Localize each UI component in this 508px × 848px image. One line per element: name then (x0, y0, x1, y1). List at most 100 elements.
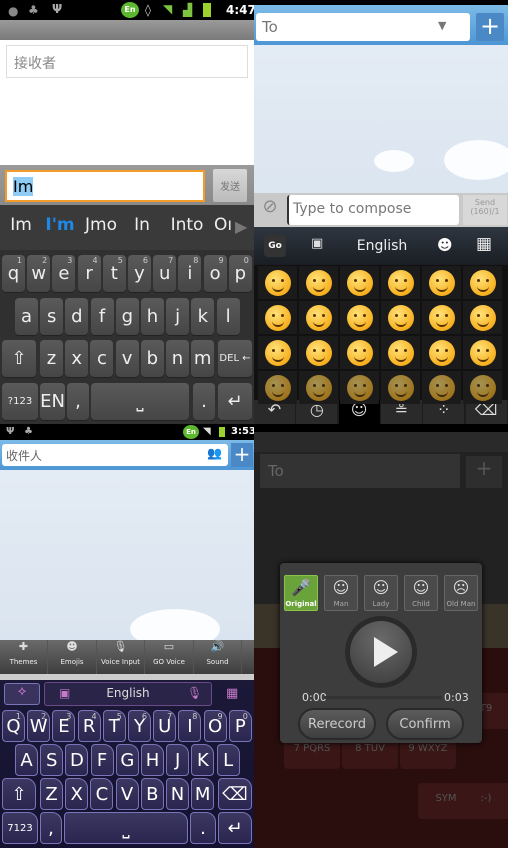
key-.[interactable]: . (193, 383, 215, 420)
key-G[interactable]: G (115, 744, 139, 776)
go-logo-button[interactable]: ⟡ (4, 683, 40, 705)
key-j[interactable]: j (166, 298, 190, 335)
layout-switch-icon[interactable]: ▣ (59, 686, 70, 700)
emoji-key[interactable] (340, 336, 379, 369)
menu-item-sound[interactable]: 🔊 Sound (194, 640, 242, 674)
key-l[interactable]: l (216, 298, 240, 335)
emoji-key[interactable] (340, 371, 379, 404)
emoji-key[interactable] (463, 266, 502, 299)
go-logo-button[interactable]: Go (264, 235, 286, 257)
hide-keyboard-icon[interactable]: ▦ (476, 234, 492, 254)
emoji-key[interactable] (299, 266, 338, 299)
key-?123[interactable]: ?123 (2, 383, 38, 420)
emoji-key[interactable] (340, 301, 379, 334)
suggestion-item[interactable]: Oı (212, 215, 234, 235)
emoji-key[interactable] (258, 371, 297, 404)
key-O[interactable]: O9 (203, 710, 227, 742)
menu-item-f[interactable]: F (243, 640, 255, 674)
voice-option-original[interactable]: 🎤 Original (284, 575, 318, 611)
key-e[interactable]: e3 (52, 255, 76, 292)
add-contact-button[interactable]: + (476, 13, 504, 41)
key-L[interactable]: L (216, 744, 240, 776)
language-button[interactable]: English (341, 227, 423, 265)
menu-item-go-voice[interactable]: ▭ GO Voice (146, 640, 194, 674)
emoji-key[interactable] (463, 336, 502, 369)
key-N[interactable]: N (166, 778, 189, 810)
key-c[interactable]: c (90, 340, 114, 377)
key-b[interactable]: b (140, 340, 164, 377)
key-EN[interactable]: EN (40, 383, 65, 420)
emoji-key[interactable] (340, 266, 379, 299)
key-⌫[interactable]: ⌫ (218, 778, 252, 810)
key-7123[interactable]: 7123 (2, 812, 38, 844)
emoji-key[interactable] (422, 266, 461, 299)
microphone-icon[interactable]: 🎙 (187, 686, 202, 700)
key-q[interactable]: q1 (2, 255, 25, 292)
key-W[interactable]: W2 (27, 710, 51, 742)
progress-track[interactable] (324, 696, 442, 699)
add-contact-button[interactable]: + (231, 443, 253, 467)
rerecord-button[interactable]: Rerecord (298, 708, 376, 740)
emoji-key[interactable] (299, 301, 338, 334)
emoji-key[interactable] (381, 336, 420, 369)
key-,[interactable]: , (40, 812, 62, 844)
key-X[interactable]: X (65, 778, 89, 810)
suggestion-item[interactable]: In (122, 215, 162, 235)
key-w[interactable]: w2 (27, 255, 51, 292)
voice-option-man[interactable]: ☺ Man (324, 575, 358, 611)
key-A[interactable]: A (15, 744, 38, 776)
menu-item-voice-input[interactable]: 🎙 Voice Input (97, 640, 145, 674)
emoji-key[interactable] (422, 371, 461, 404)
emoji-key[interactable] (463, 371, 502, 404)
key-V[interactable]: V (115, 778, 139, 810)
suggestion-item[interactable]: Into (162, 215, 212, 235)
suggestion-item[interactable]: I'm (40, 215, 80, 235)
key-m[interactable]: m (191, 340, 215, 377)
key-x[interactable]: x (65, 340, 89, 377)
key-C[interactable]: C (90, 778, 114, 810)
key-J[interactable]: J (166, 744, 190, 776)
layout-switch-icon[interactable]: ▣ (311, 236, 323, 251)
emoji-key[interactable] (422, 301, 461, 334)
key-z[interactable]: z (40, 340, 63, 377)
emoji-key[interactable] (381, 371, 420, 404)
key-R[interactable]: R4 (77, 710, 101, 742)
key-n[interactable]: n (166, 340, 189, 377)
emoji-icon[interactable]: ☻ (437, 236, 453, 254)
key-⇧[interactable]: ⇧ (2, 778, 36, 810)
key-y[interactable]: y6 (128, 255, 151, 292)
voice-option-lady[interactable]: ☺ Lady (364, 575, 398, 611)
emoji-key[interactable] (299, 336, 338, 369)
key-.[interactable]: . (190, 812, 216, 844)
key-↵[interactable]: ↵ (218, 812, 252, 844)
emoji-key[interactable] (381, 266, 420, 299)
emoji-key[interactable] (258, 301, 297, 334)
emoji-key[interactable] (422, 336, 461, 369)
key-a[interactable]: a (15, 298, 38, 335)
play-button[interactable] (345, 616, 417, 688)
emoji-key[interactable] (463, 301, 502, 334)
key-S[interactable]: S (40, 744, 64, 776)
send-button[interactable]: 发送 (213, 169, 247, 202)
more-suggestions-arrow-icon[interactable]: ▶ (235, 217, 247, 236)
key-Q[interactable]: Q1 (2, 710, 25, 742)
key-space[interactable]: ⎵ (64, 812, 188, 844)
key-D[interactable]: D (65, 744, 89, 776)
suggestion-item[interactable]: Jmo (80, 215, 122, 235)
language-button[interactable]: English (85, 686, 171, 700)
key-↵[interactable]: ↵ (218, 383, 252, 420)
voice-option-child[interactable]: ☺ Child (404, 575, 438, 611)
key-⇧[interactable]: ⇧ (2, 340, 36, 377)
recipient-input[interactable]: 接收者 (6, 45, 248, 78)
hide-keyboard-icon[interactable]: ▦ (226, 686, 238, 701)
emoji-key[interactable] (258, 336, 297, 369)
key-E[interactable]: E3 (52, 710, 76, 742)
key-p[interactable]: p0 (228, 255, 252, 292)
key-r[interactable]: r4 (77, 255, 101, 292)
key-B[interactable]: B (140, 778, 164, 810)
key-k[interactable]: k (191, 298, 215, 335)
suggestion-item[interactable]: Im (2, 215, 40, 235)
attach-icon[interactable]: ⊘ (256, 196, 284, 224)
menu-item-themes[interactable]: ✚ Themes (0, 640, 48, 674)
key-s[interactable]: s (40, 298, 64, 335)
